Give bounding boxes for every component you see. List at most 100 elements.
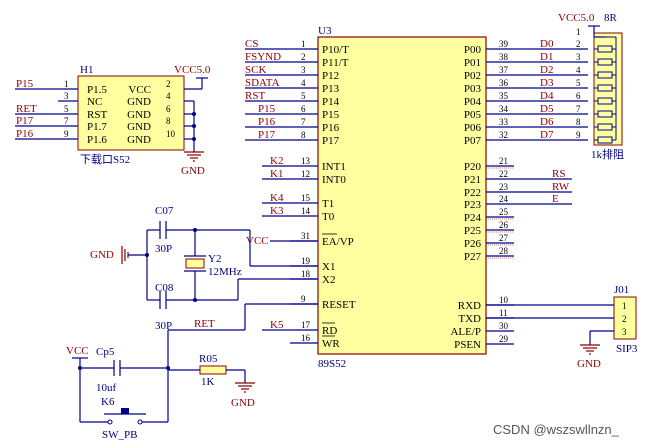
rp-caption: 1k排阻 [591, 147, 624, 161]
j01-pin-3: 3 [622, 327, 627, 337]
k6-caption: SW_PB [102, 429, 137, 441]
h1-net-label: RET [16, 103, 37, 115]
u3-pin-number: 12 [301, 169, 310, 179]
u3-net-label: FSYND [245, 51, 281, 63]
cp5-ref: Cp5 [96, 346, 115, 358]
u3-pin-number: 33 [499, 117, 509, 127]
u3-pin-number: 10 [499, 295, 509, 305]
reset-net-label: RET [194, 318, 215, 330]
u3-net-label: K4 [270, 192, 284, 204]
y2-value: 12MHz [208, 266, 242, 278]
h1-pin-name: NC [87, 96, 102, 108]
u3-pin-name: P07 [464, 135, 482, 147]
u3-pin-number: 1 [301, 39, 306, 49]
h1-pin-name: GND [127, 96, 151, 108]
u3-pin-name: ALE/P [450, 326, 481, 338]
u3-pin-number: 22 [499, 169, 508, 179]
h1-pin-number: 10 [166, 129, 176, 139]
u3-pin-name: INT1 [322, 161, 346, 173]
c07-value: 30P [155, 243, 172, 255]
u3-pin-number: 37 [499, 65, 509, 75]
u3-pin-name: P13 [322, 83, 340, 95]
u3-pin-name: P00 [464, 44, 482, 56]
u3-pin-name: P14 [322, 96, 340, 108]
u3-pin-number: 17 [301, 320, 311, 330]
watermark: CSDN @wszswllnzn_ [493, 422, 620, 437]
u3-pin-number: 19 [301, 256, 311, 266]
h1-pin-name: GND [127, 121, 151, 133]
h1-pin-name: RST [87, 109, 107, 121]
u3-pin-name: P26 [464, 238, 482, 250]
u3-pin-number: 25 [499, 207, 509, 217]
rp-pin-number: 4 [576, 65, 581, 75]
u3-pin-number: 38 [499, 52, 509, 62]
u3-pin-name: P10/T [322, 44, 349, 56]
c08-ref: C08 [155, 282, 174, 294]
rp-pin-number: 6 [576, 91, 581, 101]
k6-ref: K6 [101, 396, 115, 408]
u3-net-label: K1 [270, 168, 283, 180]
u3-net-label: D2 [540, 64, 553, 76]
u3-pin-number: 21 [499, 156, 508, 166]
rp-ref: 8R [604, 12, 618, 24]
u3-net-label: D3 [540, 77, 554, 89]
u3-pin-name: P04 [464, 96, 482, 108]
y2-ref: Y2 [208, 253, 221, 265]
u3-pin-number: 5 [301, 91, 306, 101]
h1-net-label: P15 [16, 78, 34, 90]
r05-gnd-label: GND [231, 397, 255, 409]
h1-pin-number: 9 [64, 129, 69, 139]
u3-pin-name: WR [322, 338, 340, 350]
u3-pin-number: 36 [499, 78, 509, 88]
u3-pin-number: 29 [499, 334, 509, 344]
h1-pin-number: 1 [64, 79, 69, 89]
h1-pin-name: GND [127, 109, 151, 121]
u3-net-label: P16 [258, 116, 276, 128]
u3-pin-number: 14 [301, 206, 311, 216]
u3-pin-number: 13 [301, 156, 311, 166]
h1-pin-number: 3 [64, 91, 69, 101]
u3-pin-number: 35 [499, 91, 509, 101]
u3-pin-number: 7 [301, 117, 306, 127]
h1-net-label: P16 [16, 128, 34, 140]
reset-vcc-label: VCC [66, 345, 89, 357]
u3-pin-name: RESET [322, 299, 356, 311]
u3-pin-number: 32 [499, 130, 508, 140]
u3-pin-number: 27 [499, 233, 509, 243]
h1-vcc-label: VCC5.0 [174, 64, 211, 76]
u3-net-label: E [552, 193, 559, 205]
u3-pin-name: P23 [464, 199, 482, 211]
u3-pin-number: 6 [301, 104, 306, 114]
u3-pin-name: P22 [464, 187, 481, 199]
u3-pin-number: 31 [301, 231, 310, 241]
u3-pin-number: 23 [499, 182, 509, 192]
h1-pin-name: P1.6 [87, 134, 107, 146]
u3-pin-number: 39 [499, 39, 509, 49]
u3-ref: U3 [318, 25, 332, 37]
u3-right-pins: 39P00 D038P01 D137P02 D236P03 D335P04 D434P05… [450, 38, 588, 351]
rp-pin-number: 7 [576, 104, 581, 114]
u3-pin-number: 2 [301, 52, 306, 62]
u3-net-label: CS [245, 38, 258, 50]
cp5-value: 10uf [96, 382, 117, 394]
u3-net-label: D1 [540, 51, 553, 63]
rp-pin-number: 9 [576, 130, 581, 140]
u3-net-label: K3 [270, 205, 284, 217]
u3-net-label: K2 [270, 155, 283, 167]
u3-pin-name: P11/T [322, 57, 349, 69]
u3-net-label: D0 [540, 38, 554, 50]
j01-pin-1: 1 [622, 301, 627, 311]
u3-net-label: D5 [540, 103, 554, 115]
u3-pin-name: P20 [464, 161, 482, 173]
u3-pin-number: 8 [301, 130, 306, 140]
j01-caption: SIP3 [616, 343, 638, 355]
u3-pin-name: INT0 [322, 174, 346, 186]
u3-net-label: RS [552, 168, 565, 180]
u3-pin-number: 9 [301, 294, 306, 304]
rp-pin-number: 1 [576, 27, 581, 37]
u3-pin-number: 34 [499, 104, 509, 114]
u3-pin-number: 11 [499, 308, 508, 318]
rp-pin-number: 3 [576, 52, 581, 62]
u3-net-label: P17 [258, 129, 276, 141]
rp-pin-number: 8 [576, 117, 581, 127]
